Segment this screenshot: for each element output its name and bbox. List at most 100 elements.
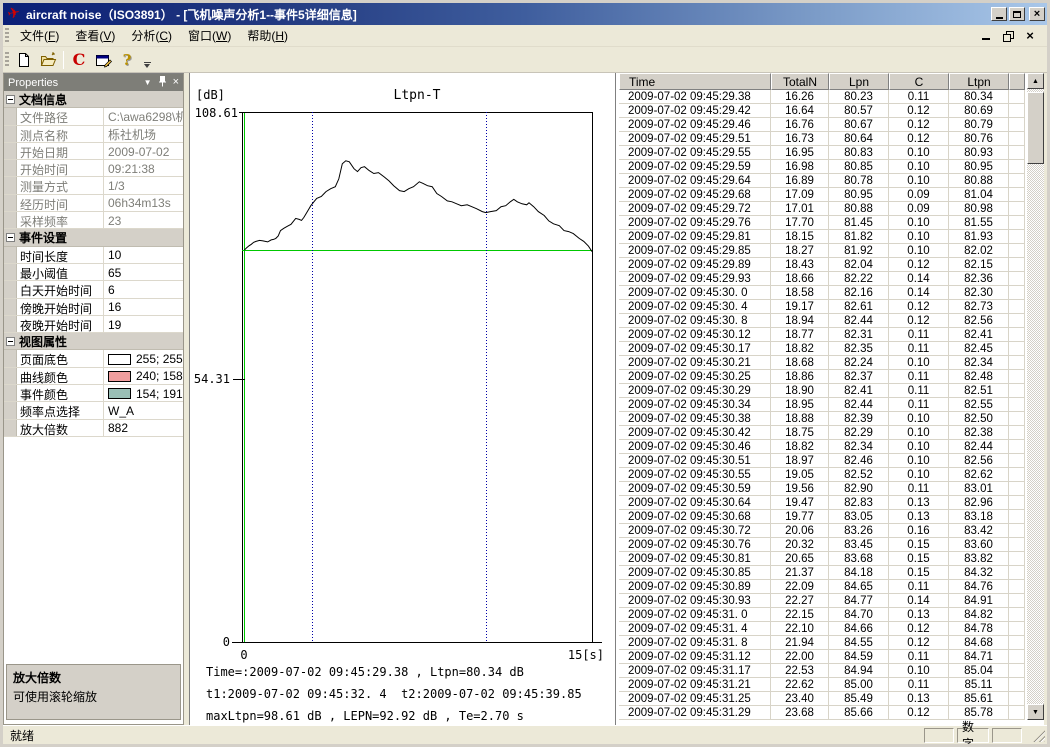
table-row[interactable]: 2009-07-02 09:45:31.1222.0084.590.1184.7…	[619, 650, 1025, 664]
table-row[interactable]: 2009-07-02 09:45:30.5519.0582.520.1082.6…	[619, 468, 1025, 482]
table-row[interactable]: 2009-07-02 09:45:31.2523.4085.490.1385.6…	[619, 692, 1025, 706]
table-row[interactable]: 2009-07-02 09:45:29.8518.2781.920.1082.0…	[619, 244, 1025, 258]
table-row[interactable]: 2009-07-02 09:45:29.6416.8980.780.1080.8…	[619, 174, 1025, 188]
column-header-lpn[interactable]: Lpn	[829, 73, 889, 90]
menu-item[interactable]: 分析(C)	[123, 27, 180, 45]
table-row[interactable]: 2009-07-02 09:45:31. 422.1084.660.1284.7…	[619, 622, 1025, 636]
property-row[interactable]: 放大倍数882	[4, 420, 183, 437]
table-row[interactable]: 2009-07-02 09:45:29.4616.7680.670.1280.7…	[619, 118, 1025, 132]
table-row[interactable]: 2009-07-02 09:45:30.8521.3784.180.1584.3…	[619, 566, 1025, 580]
property-row[interactable]: 最小阈值65	[4, 264, 183, 281]
menu-item[interactable]: 查看(V)	[67, 27, 123, 45]
new-document-button[interactable]	[12, 49, 36, 71]
chart-pane[interactable]: [dB]Ltpn-T108.6154.310015[s] Time=:2009-…	[189, 73, 615, 725]
table-row[interactable]: 2009-07-02 09:45:30. 818.9482.440.1282.5…	[619, 314, 1025, 328]
property-value[interactable]: 255; 255; 255	[104, 350, 183, 366]
property-category[interactable]: 事件设置	[4, 229, 183, 246]
table-row[interactable]: 2009-07-02 09:45:31. 821.9484.550.1284.6…	[619, 636, 1025, 650]
collapse-icon[interactable]	[6, 337, 15, 346]
table-row[interactable]: 2009-07-02 09:45:30.8922.0984.650.1184.7…	[619, 580, 1025, 594]
table-row[interactable]: 2009-07-02 09:45:29.8118.1581.820.1081.9…	[619, 230, 1025, 244]
table-row[interactable]: 2009-07-02 09:45:30.2918.9082.410.1182.5…	[619, 384, 1025, 398]
resize-grip[interactable]	[1032, 729, 1045, 742]
table-row[interactable]: 2009-07-02 09:45:30.7220.0683.260.1683.4…	[619, 524, 1025, 538]
toolbar-grip[interactable]	[5, 52, 9, 68]
table-row[interactable]: 2009-07-02 09:45:31.1722.5384.940.1085.0…	[619, 664, 1025, 678]
color-swatch[interactable]	[108, 371, 131, 382]
table-row[interactable]: 2009-07-02 09:45:30.1218.7782.310.1182.4…	[619, 328, 1025, 342]
pin-icon[interactable]	[158, 76, 167, 89]
property-row[interactable]: 经历时间06h34m13s	[4, 195, 183, 212]
property-category[interactable]: 文档信息	[4, 91, 183, 108]
property-value[interactable]: 6	[104, 281, 183, 297]
table-row[interactable]: 2009-07-02 09:45:29.3816.2680.230.1180.3…	[619, 90, 1025, 104]
table-row[interactable]: 2009-07-02 09:45:30. 419.1782.610.1282.7…	[619, 300, 1025, 314]
menu-item[interactable]: 帮助(H)	[239, 27, 296, 45]
maximize-button[interactable]	[1009, 7, 1025, 21]
property-row[interactable]: 采样频率23	[4, 212, 183, 229]
table-row[interactable]: 2009-07-02 09:45:29.4216.6480.570.1280.6…	[619, 104, 1025, 118]
table-row[interactable]: 2009-07-02 09:45:30.2118.6882.240.1082.3…	[619, 356, 1025, 370]
table-row[interactable]: 2009-07-02 09:45:30.3818.8882.390.1082.5…	[619, 412, 1025, 426]
column-header-totaln[interactable]: TotalN	[771, 73, 829, 90]
toolbar-overflow-button[interactable]	[141, 49, 153, 71]
column-header-time[interactable]: Time	[619, 73, 771, 90]
open-file-button[interactable]	[36, 49, 60, 71]
menu-item[interactable]: 文件(F)	[12, 27, 67, 45]
table-row[interactable]: 2009-07-02 09:45:30. 018.5882.160.1482.3…	[619, 286, 1025, 300]
color-swatch[interactable]	[108, 388, 131, 399]
property-row[interactable]: 开始时间09:21:38	[4, 160, 183, 177]
properties-panel-header[interactable]: Properties ▼ ×	[4, 74, 183, 91]
property-row[interactable]: 时间长度10	[4, 247, 183, 264]
property-value[interactable]: 19	[104, 316, 183, 332]
scrollbar-thumb[interactable]	[1027, 92, 1044, 164]
panel-close-icon[interactable]: ×	[173, 77, 179, 88]
table-row[interactable]: 2009-07-02 09:45:30.4218.7582.290.1082.3…	[619, 426, 1025, 440]
property-row[interactable]: 曲线颜色240; 158; 158	[4, 368, 183, 385]
color-swatch[interactable]	[108, 354, 131, 365]
properties-button[interactable]	[91, 49, 115, 71]
property-row[interactable]: 文件路径C:\awa6298\机场	[4, 108, 183, 125]
property-row[interactable]: 页面底色255; 255; 255	[4, 350, 183, 367]
close-button[interactable]: ×	[1029, 7, 1045, 21]
property-value[interactable]: W_A	[104, 402, 183, 418]
table-scrollbar[interactable]: ▲ ▼	[1027, 73, 1044, 720]
table-row[interactable]: 2009-07-02 09:45:29.5916.9880.850.1080.9…	[619, 160, 1025, 174]
table-row[interactable]: 2009-07-02 09:45:30.6419.4782.830.1382.9…	[619, 496, 1025, 510]
property-value[interactable]: 882	[104, 420, 183, 436]
table-row[interactable]: 2009-07-02 09:45:29.7617.7081.450.1081.5…	[619, 216, 1025, 230]
collapse-icon[interactable]	[6, 95, 15, 104]
property-row[interactable]: 频率点选择W_A	[4, 402, 183, 419]
menu-item[interactable]: 窗口(W)	[180, 27, 239, 45]
title-bar[interactable]: ✈ aircraft noise（ISO3891） - [飞机噪声分析1--事件…	[3, 3, 1047, 25]
property-row[interactable]: 事件颜色154; 191; 182	[4, 385, 183, 402]
property-row[interactable]: 傍晚开始时间16	[4, 299, 183, 316]
table-row[interactable]: 2009-07-02 09:45:30.3418.9582.440.1182.5…	[619, 398, 1025, 412]
scroll-up-icon[interactable]: ▲	[1027, 73, 1044, 89]
table-row[interactable]: 2009-07-02 09:45:30.9322.2784.770.1484.9…	[619, 594, 1025, 608]
column-header-ltpn[interactable]: Ltpn	[949, 73, 1009, 90]
panel-menu-icon[interactable]: ▼	[144, 79, 152, 87]
property-value[interactable]: 154; 191; 182	[104, 385, 183, 401]
table-row[interactable]: 2009-07-02 09:45:29.7217.0180.880.0980.9…	[619, 202, 1025, 216]
table-row[interactable]: 2009-07-02 09:45:29.9318.6682.220.1482.3…	[619, 272, 1025, 286]
minimize-button[interactable]	[991, 7, 1007, 21]
analyze-button[interactable]: C	[67, 49, 91, 71]
table-row[interactable]: 2009-07-02 09:45:29.6817.0980.950.0981.0…	[619, 188, 1025, 202]
help-button[interactable]: ?	[115, 49, 139, 71]
table-row[interactable]: 2009-07-02 09:45:30.1718.8282.350.1182.4…	[619, 342, 1025, 356]
table-row[interactable]: 2009-07-02 09:45:31. 022.1584.700.1384.8…	[619, 608, 1025, 622]
table-row[interactable]: 2009-07-02 09:45:30.8120.6583.680.1583.8…	[619, 552, 1025, 566]
property-row[interactable]: 夜晚开始时间19	[4, 316, 183, 333]
property-value[interactable]: 10	[104, 247, 183, 263]
mdi-restore-icon[interactable]	[1001, 29, 1015, 42]
collapse-icon[interactable]	[6, 233, 15, 242]
scroll-down-icon[interactable]: ▼	[1027, 704, 1044, 720]
property-row[interactable]: 测量方式1/3	[4, 177, 183, 194]
mdi-minimize-icon[interactable]	[979, 29, 993, 42]
table-row[interactable]: 2009-07-02 09:45:30.5919.5682.900.1183.0…	[619, 482, 1025, 496]
table-row[interactable]: 2009-07-02 09:45:29.5116.7380.640.1280.7…	[619, 132, 1025, 146]
property-value[interactable]: 16	[104, 299, 183, 315]
table-row[interactable]: 2009-07-02 09:45:29.5516.9580.830.1080.9…	[619, 146, 1025, 160]
property-value[interactable]: 65	[104, 264, 183, 280]
